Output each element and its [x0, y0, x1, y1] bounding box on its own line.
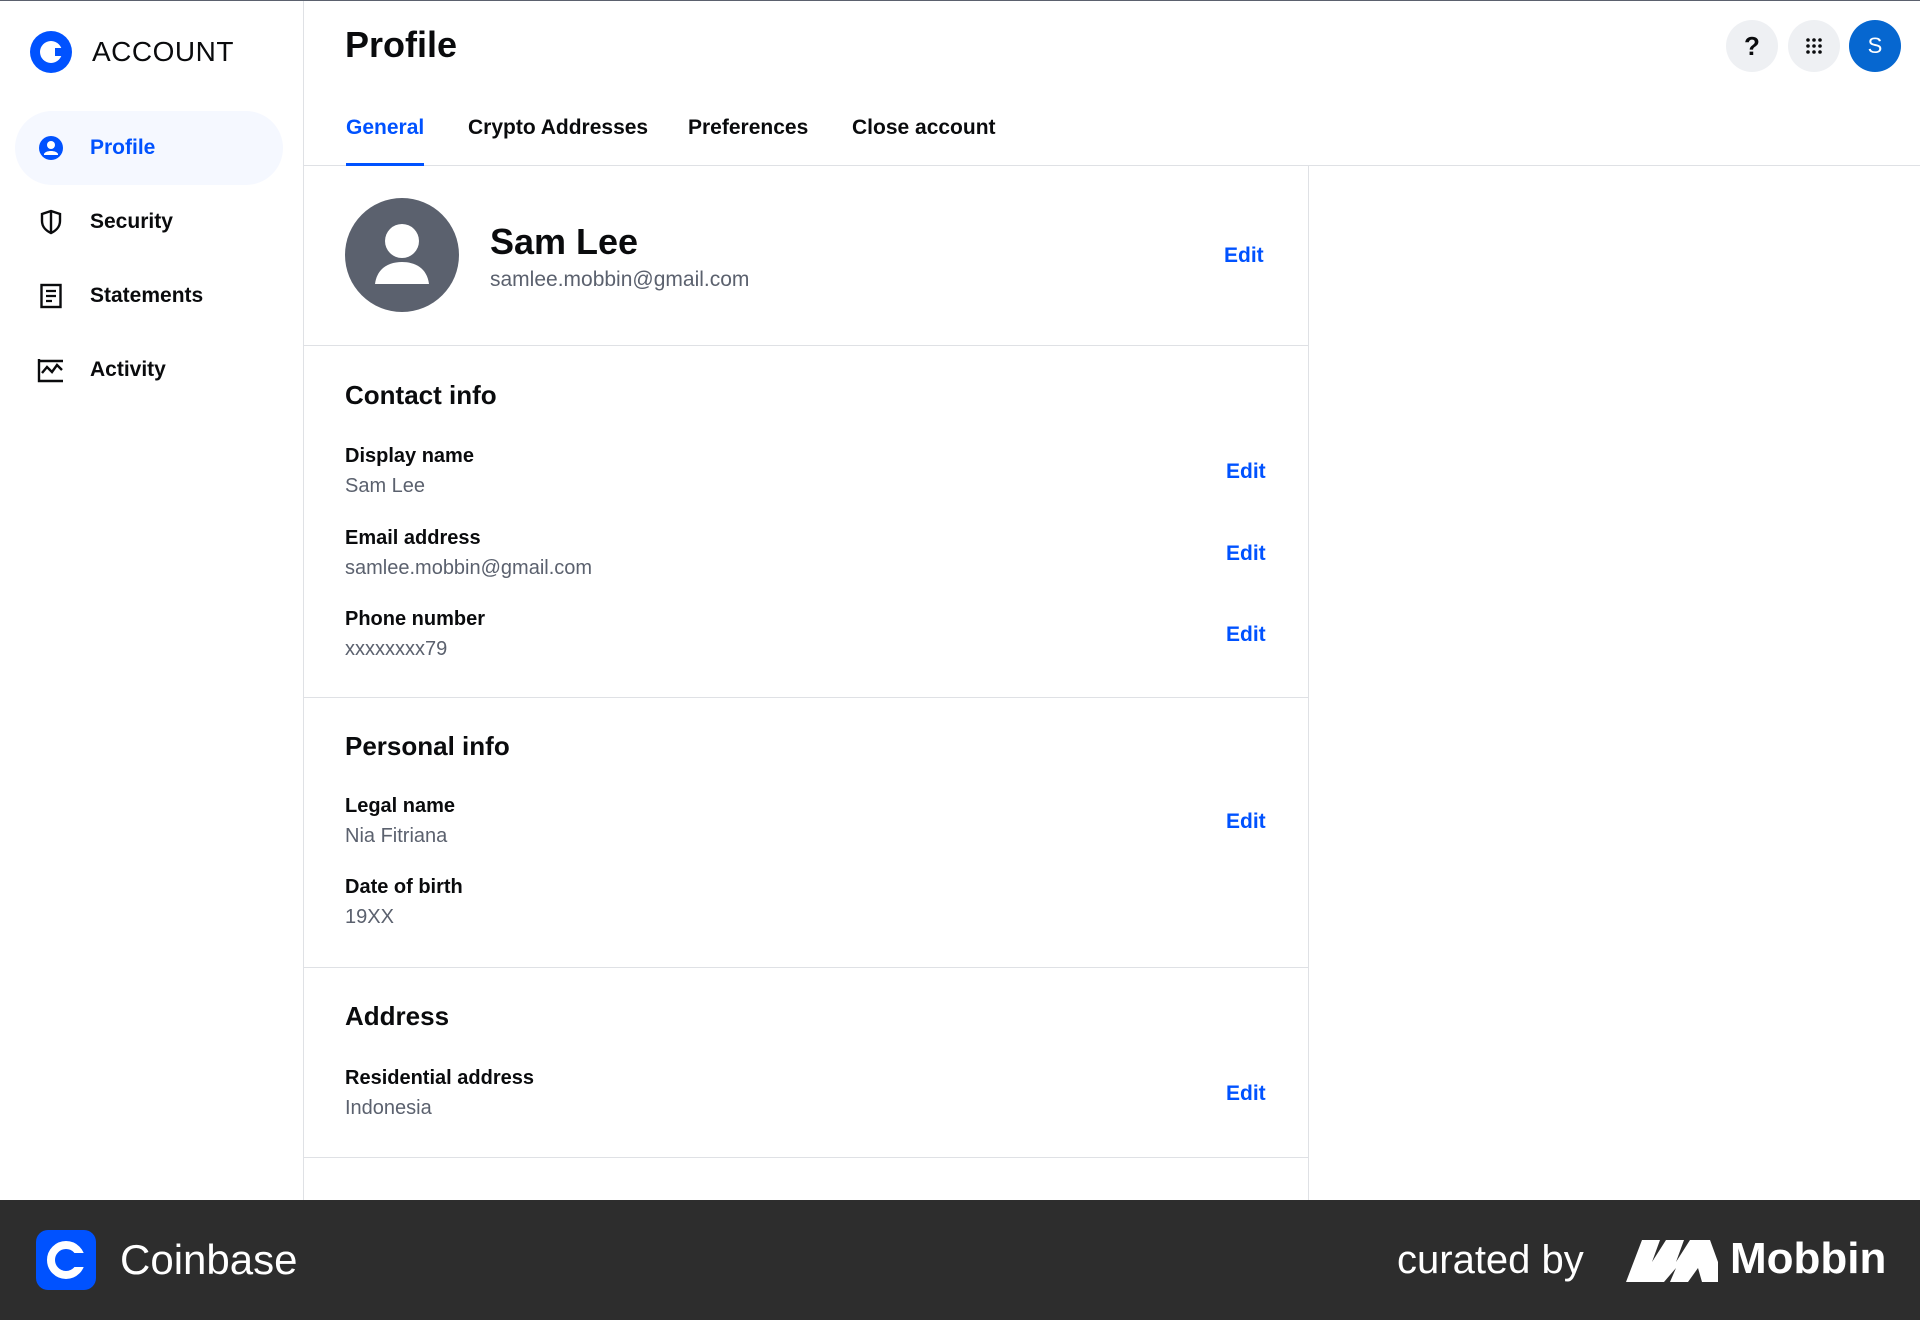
profile-name: Sam Lee: [490, 221, 639, 262]
curated-by-text: curated by: [1397, 1238, 1584, 1282]
address-section: Address Residential address Indonesia Ed…: [304, 968, 1308, 1158]
document-icon: [37, 282, 65, 310]
field-value: xxxxxxxx79: [345, 638, 448, 660]
tab-general[interactable]: General: [346, 116, 425, 166]
footer-brand: Coinbase: [120, 1236, 298, 1283]
brand-title: ACCOUNT: [92, 36, 234, 67]
edit-phone-button[interactable]: Edit: [1226, 623, 1266, 647]
coinbase-logo-icon: [30, 31, 72, 73]
coinbase-app-icon: [36, 1230, 96, 1290]
sidebar-item-label: Security: [90, 210, 173, 233]
edit-email-button[interactable]: Edit: [1226, 542, 1266, 566]
field-value: Sam Lee: [345, 475, 426, 497]
tab-close-account[interactable]: Close account: [852, 116, 996, 166]
sidebar-nav: Profile Security Statements Activity: [15, 111, 283, 407]
field-label: Date of birth: [345, 876, 463, 898]
edit-profile-button[interactable]: Edit: [1224, 244, 1264, 268]
field-value: Indonesia: [345, 1097, 432, 1119]
field-value: samlee.mobbin@gmail.com: [345, 557, 593, 579]
profile-summary: Sam Lee samlee.mobbin@gmail.com Edit: [304, 166, 1308, 346]
avatar[interactable]: S: [1849, 20, 1901, 72]
user-circle-icon: [37, 134, 65, 162]
tab-preferences[interactable]: Preferences: [688, 116, 808, 166]
apps-menu-button[interactable]: [1788, 20, 1840, 72]
personal-info-section: Personal info Legal name Nia Fitriana Ed…: [304, 698, 1308, 968]
field-label: Legal name: [345, 795, 456, 817]
edit-display-name-button[interactable]: Edit: [1226, 460, 1266, 484]
tab-crypto-addresses[interactable]: Crypto Addresses: [468, 116, 648, 166]
section-title: Contact info: [345, 380, 497, 410]
edit-legal-name-button[interactable]: Edit: [1226, 810, 1266, 834]
avatar-initial: S: [1867, 33, 1883, 58]
page-title: Profile: [345, 24, 458, 65]
section-title: Address: [345, 1001, 450, 1031]
profile-avatar: [345, 198, 459, 312]
field-label: Residential address: [345, 1067, 534, 1089]
field-label: Email address: [345, 527, 481, 549]
mobbin-logo-icon: [1626, 1240, 1718, 1282]
edit-address-button[interactable]: Edit: [1226, 1082, 1266, 1106]
field-label: Phone number: [345, 608, 486, 630]
help-icon: ?: [1744, 30, 1760, 61]
section-title: Personal info: [345, 731, 510, 761]
mobbin-wordmark: Mobbin: [1730, 1234, 1887, 1283]
sidebar-item-statements[interactable]: Statements: [15, 259, 283, 333]
contact-info-section: Contact info Display name Sam Lee Edit E…: [304, 346, 1308, 698]
shield-icon: [37, 208, 65, 236]
field-label: Display name: [345, 445, 474, 467]
profile-card: Sam Lee samlee.mobbin@gmail.com Edit Con…: [304, 166, 1309, 1200]
grid-icon: [1806, 38, 1822, 54]
sidebar: ACCOUNT Profile Security Statements Acti…: [0, 1, 304, 1200]
sidebar-item-profile[interactable]: Profile: [15, 111, 283, 185]
activity-chart-icon: [37, 356, 65, 384]
sidebar-item-label: Activity: [90, 358, 166, 381]
profile-email: samlee.mobbin@gmail.com: [490, 268, 750, 291]
sidebar-item-label: Profile: [90, 136, 156, 159]
field-value: 19XX: [345, 906, 394, 928]
footer-banner: Coinbase curated by Mobbin: [0, 1200, 1920, 1320]
brand: ACCOUNT: [30, 31, 234, 73]
sidebar-item-label: Statements: [90, 284, 204, 307]
sidebar-item-activity[interactable]: Activity: [15, 333, 283, 407]
profile-tabs: General Crypto Addresses Preferences Clo…: [304, 100, 1920, 166]
user-silhouette-icon: [375, 224, 429, 284]
field-value: Nia Fitriana: [345, 825, 448, 847]
sidebar-item-security[interactable]: Security: [15, 185, 283, 259]
help-button[interactable]: ?: [1726, 20, 1778, 72]
